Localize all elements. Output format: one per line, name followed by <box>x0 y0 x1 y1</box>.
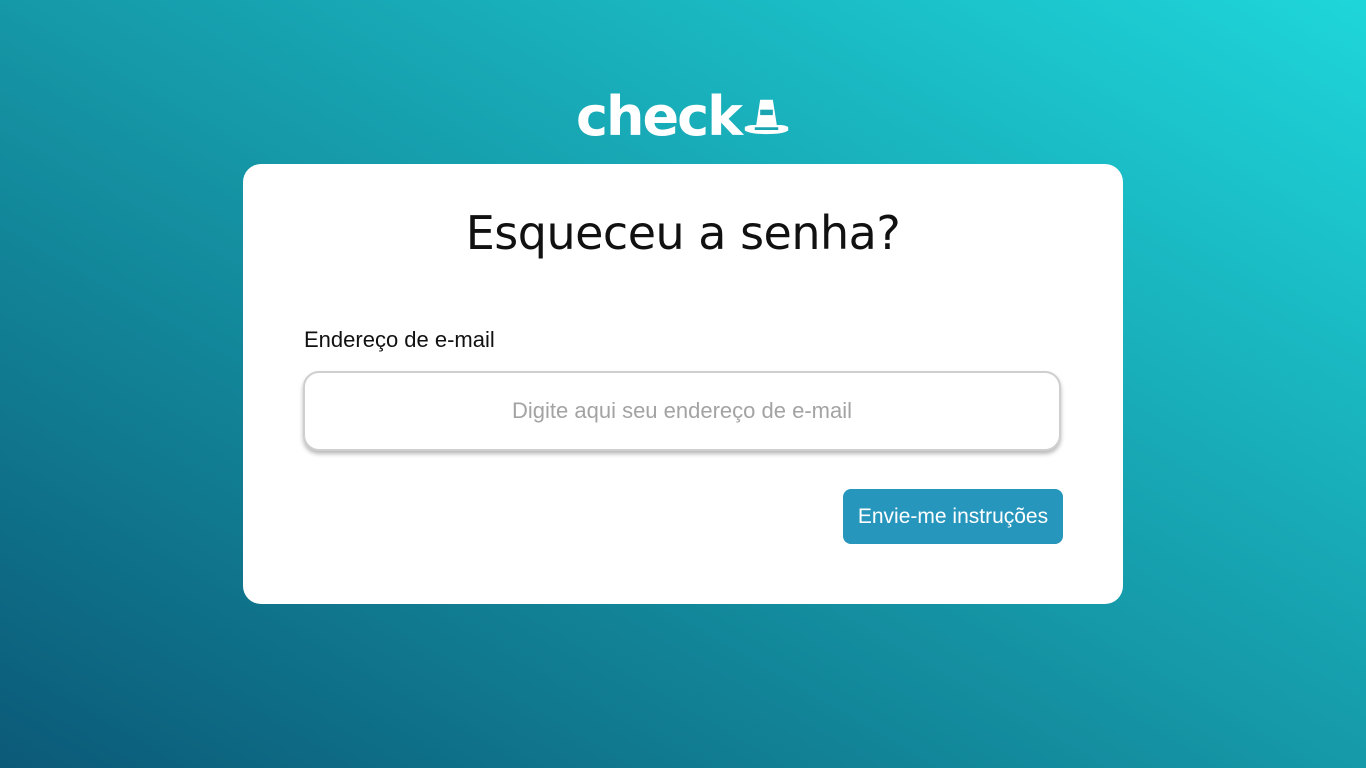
logo-text: check <box>576 85 743 148</box>
email-field-label: Endereço de e-mail <box>304 327 495 352</box>
send-instructions-button[interactable]: Envie-me instruções <box>843 489 1063 544</box>
traffic-cone-icon <box>744 99 789 135</box>
brand-logo: check <box>576 85 790 148</box>
email-field[interactable] <box>303 371 1061 451</box>
forgot-password-card: Esqueceu a senha? Endereço de e-mail Env… <box>243 164 1123 604</box>
page-title: Esqueceu a senha? <box>465 206 901 260</box>
